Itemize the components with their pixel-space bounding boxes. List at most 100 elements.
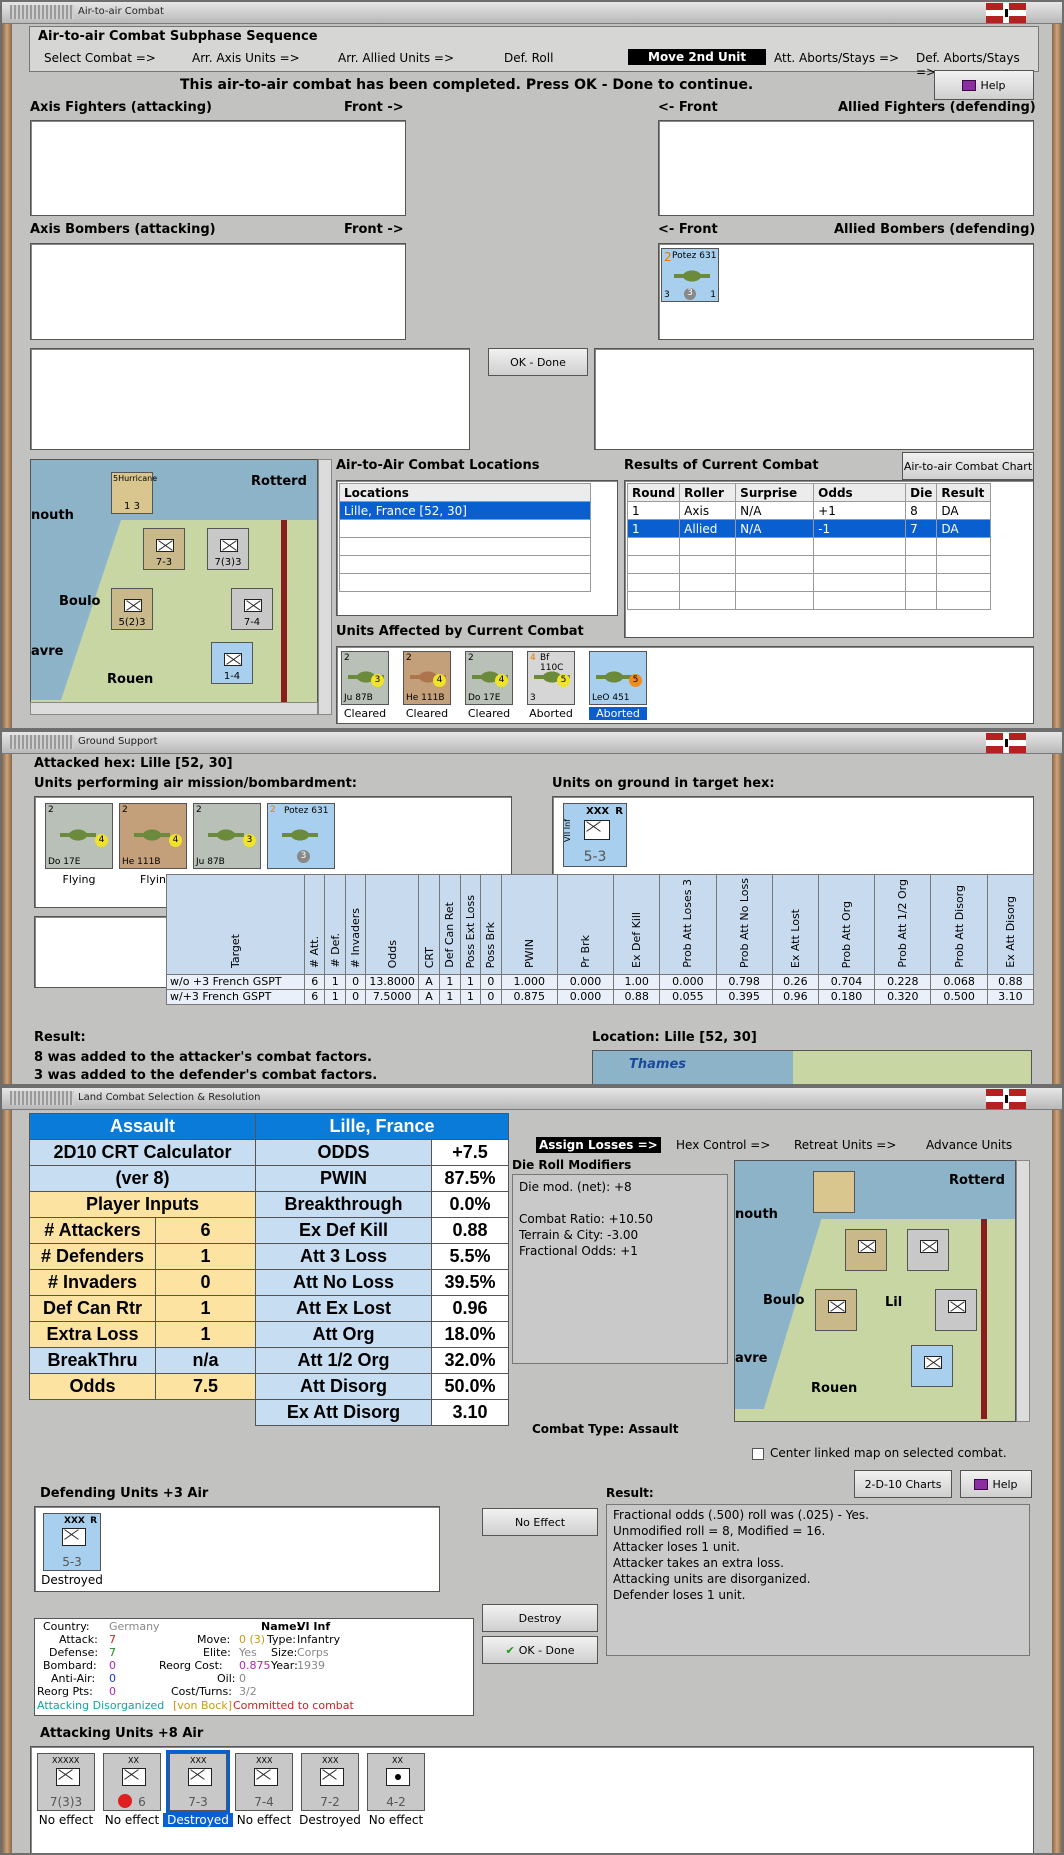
map-counter-7-4[interactable] <box>935 1289 977 1331</box>
title-bar[interactable]: Ground Support <box>2 732 1062 754</box>
map-hscroll[interactable] <box>30 702 318 715</box>
axis-fighters-panel[interactable] <box>30 120 406 216</box>
map-rouen: Rouen <box>107 672 154 687</box>
step-arr-axis[interactable]: Arr. Axis Units => <box>192 51 300 65</box>
location-row[interactable]: Lille, France [52, 30] <box>339 501 591 520</box>
air-do17[interactable]: 2 4 Do 17E <box>45 803 113 869</box>
defending-title: Defending Units +3 Air <box>40 1486 209 1501</box>
step-hex-control[interactable]: Hex Control => <box>676 1138 770 1152</box>
info-val: 1939 <box>297 1659 325 1672</box>
destroy-button[interactable]: Destroy <box>482 1604 598 1632</box>
step-def-roll[interactable]: Def. Roll <box>504 51 553 65</box>
allied-fighters-panel[interactable] <box>658 120 1034 216</box>
title-bar[interactable]: Land Combat Selection & Resolution <box>2 1088 1062 1110</box>
affected-bf110[interactable]: 4Bf 110C53 <box>527 651 575 705</box>
odds-cell: 0.96 <box>771 988 819 1005</box>
affected-status: Cleared <box>343 707 387 720</box>
vii-inf-counter[interactable]: XXX R VII Inf 5-3 <box>563 803 627 867</box>
in-value[interactable]: 1 <box>155 1295 256 1322</box>
status-message: This air-to-air combat has been complete… <box>180 77 754 93</box>
map-counter-1-4[interactable] <box>911 1345 953 1387</box>
help-button[interactable]: Help <box>960 1470 1032 1498</box>
map-counter-5-2-3[interactable] <box>815 1289 857 1331</box>
in-value[interactable]: 7.5 <box>155 1373 256 1400</box>
info-val: Germany <box>109 1620 160 1633</box>
land-map-vscroll[interactable] <box>1016 1160 1030 1422</box>
grip <box>10 735 74 749</box>
odds-row[interactable]: w/+3 French GSPT 6 1 0 7.5000 A 1 1 0 0.875 0.000 0… <box>166 988 1035 1005</box>
map-counter-7-3-3[interactable]: 7(3)3 <box>207 528 249 570</box>
in-value[interactable]: 1 <box>155 1321 256 1348</box>
no-effect-button[interactable]: No Effect <box>482 1508 598 1536</box>
gs-result-line-2: 3 was added to the defender's combat fac… <box>34 1068 378 1083</box>
step-arr-allied[interactable]: Arr. Allied Units => <box>338 51 454 65</box>
allied-bombers-panel[interactable]: 2 Potez 631 3 3 1 <box>658 243 1034 340</box>
results-row-selected[interactable]: 1 Allied N/A -1 7 DA <box>626 519 992 538</box>
map-counter-5-2-3[interactable]: 5(2)3 <box>111 588 153 630</box>
title-bar[interactable]: Air-to-air Combat <box>2 2 1062 24</box>
mini-map[interactable]: Rotterd nouth Boulo avre Rouen 5Hurrican… <box>30 459 318 715</box>
air-combat-chart-button[interactable]: Air-to-air Combat Chart <box>902 452 1034 480</box>
ok-done-button[interactable]: OK - Done <box>488 348 588 376</box>
step-move-2nd[interactable]: Move 2nd Unit <box>628 49 767 65</box>
plane-icon <box>60 824 96 846</box>
att-unit-3-selected[interactable]: XXX 7-3 <box>166 1750 230 1814</box>
def-vii-inf-counter[interactable]: XXX R 5-3 <box>43 1513 101 1571</box>
map-counter-7-3[interactable]: 7-3 <box>143 528 185 570</box>
help-button[interactable]: Help <box>934 70 1034 100</box>
info-key: Reorg Pts: <box>37 1685 93 1698</box>
charts-button[interactable]: 2-D-10 Charts <box>854 1470 952 1498</box>
step-select[interactable]: Select Combat => <box>44 51 156 65</box>
att-unit-1[interactable]: XXXXX 7(3)3 <box>37 1753 95 1811</box>
center-linked-checkbox[interactable] <box>752 1448 764 1460</box>
step-advance[interactable]: Advance Units <box>926 1138 1012 1152</box>
step-att-aborts[interactable]: Att. Aborts/Stays => <box>774 51 899 65</box>
strength-badge: 5 <box>629 674 642 687</box>
map-vscroll[interactable] <box>318 459 332 715</box>
in-label: Extra Loss <box>29 1321 156 1348</box>
map-counter-hurricane[interactable] <box>813 1171 855 1213</box>
ok-done-button[interactable]: ✔ OK - Done <box>482 1636 598 1664</box>
map-counter-hurricane[interactable]: 5Hurricane 1 3 <box>111 472 157 514</box>
results-panel: Round Roller Surprise Odds Die Result 1A… <box>624 480 1034 638</box>
odds-row[interactable]: w/o +3 French GSPT 6 1 0 13.8000 A 1 1 0 1.000 0.0… <box>166 973 1035 990</box>
locations-list[interactable]: Locations Lille, France [52, 30] <box>336 480 618 616</box>
armor-icon <box>122 1768 146 1786</box>
att-unit-2[interactable]: XX 6 <box>103 1753 161 1811</box>
affected-he111[interactable]: 2 4 He 111B <box>403 651 451 705</box>
map-counter-7-3[interactable] <box>845 1229 887 1271</box>
gs-mini-map[interactable]: Thames <box>592 1050 1032 1084</box>
potez-631-counter[interactable]: 2 Potez 631 3 3 1 <box>661 248 719 302</box>
unit-info: Country: Germany Attack: 7 Defense: 7 Bomba… <box>34 1618 474 1716</box>
results-row[interactable]: 1 Axis N/A +1 8 DA <box>626 501 992 520</box>
odds-cell: 0.798 <box>715 973 773 990</box>
col-round: Round <box>626 483 681 502</box>
axis-bombers-panel[interactable] <box>30 243 406 340</box>
affected-ju87[interactable]: 2 3 Ju 87B <box>341 651 389 705</box>
att-unit-5[interactable]: XXX 7-2 <box>301 1753 359 1811</box>
land-combat-window: Land Combat Selection & Resolution Assau… <box>0 1086 1064 1855</box>
in-value[interactable]: 6 <box>155 1217 256 1244</box>
axis-summary-panel <box>30 348 470 450</box>
hdr: Def Can Ret <box>439 874 461 975</box>
map-counter-1-4[interactable]: 1-4 <box>211 642 253 684</box>
sequence-box: Air-to-air Combat Subphase Sequence Sele… <box>29 26 1039 79</box>
ground-support-window: Ground Support Attacked hex: Lille [52, … <box>0 730 1064 1086</box>
air-potez631[interactable]: 2 Potez 631 3 <box>267 803 335 869</box>
in-value[interactable]: 1 <box>155 1243 256 1270</box>
die-roll-panel: Die mod. (net): +8 Combat Ratio: +10.50 … <box>512 1174 728 1364</box>
in-value[interactable]: 0 <box>155 1269 256 1296</box>
map-counter-gray[interactable] <box>907 1229 949 1271</box>
map-counter-7-4[interactable]: 7-4 <box>231 588 273 630</box>
att-unit-4[interactable]: XXX 7-4 <box>235 1753 293 1811</box>
land-mini-map[interactable]: Rotterd nouth Boulo Lil avre Rouen <box>734 1160 1016 1422</box>
air-ju87[interactable]: 2 3 Ju 87B <box>193 803 261 869</box>
att-unit-6[interactable]: XX 4-2 <box>367 1753 425 1811</box>
affected-leo451[interactable]: 5 LeO 451 <box>589 651 647 705</box>
step-retreat[interactable]: Retreat Units => <box>794 1138 896 1152</box>
air-he111[interactable]: 2 4 He 111B <box>119 803 187 869</box>
step-assign-losses[interactable]: Assign Losses => <box>536 1137 661 1153</box>
affected-do17[interactable]: 2 4 Do 17E <box>465 651 513 705</box>
axis-bombers-front: Front -> <box>344 222 404 237</box>
on-ground-label: Units on ground in target hex: <box>552 776 775 791</box>
